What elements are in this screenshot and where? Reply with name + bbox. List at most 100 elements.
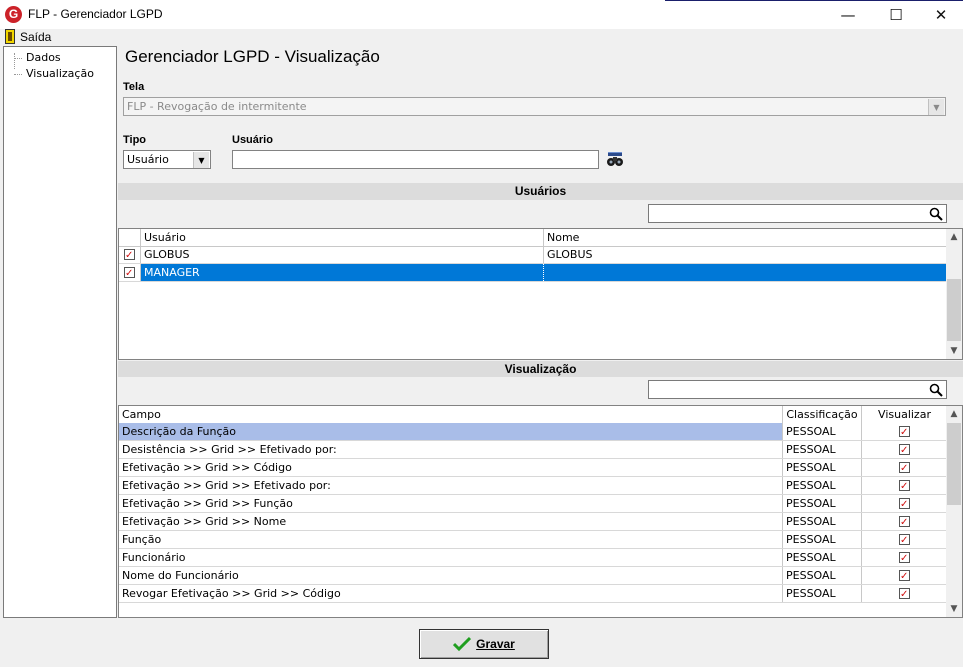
cell-campo: Efetivação >> Grid >> Função xyxy=(119,495,783,512)
save-button-label: Gravar xyxy=(476,637,515,651)
table-row[interactable]: Desistência >> Grid >> Efetivado por: PE… xyxy=(119,441,947,459)
scroll-up-icon[interactable]: ▲ xyxy=(946,406,962,422)
table-row[interactable]: GLOBUS GLOBUS xyxy=(119,246,947,264)
cell-campo: Função xyxy=(119,531,783,548)
visualizacao-scrollbar[interactable]: ▲ ▼ xyxy=(946,406,962,617)
visualizar-checkbox[interactable] xyxy=(899,532,910,548)
cell-campo: Efetivação >> Grid >> Nome xyxy=(119,513,783,530)
tela-label: Tela xyxy=(123,81,145,93)
exit-door-icon[interactable] xyxy=(5,29,15,44)
cell-visualizar[interactable] xyxy=(862,423,947,440)
cell-classificacao: PESSOAL xyxy=(783,441,862,458)
cell-classificacao: PESSOAL xyxy=(783,423,862,440)
column-header-campo[interactable]: Campo xyxy=(119,406,783,423)
tree-connector xyxy=(14,58,22,59)
usuarios-search-input[interactable] xyxy=(648,204,947,223)
scroll-down-icon[interactable]: ▼ xyxy=(946,601,962,617)
usuario-input[interactable] xyxy=(232,150,599,169)
table-row[interactable]: Revogar Efetivação >> Grid >> Código PES… xyxy=(119,585,947,603)
tree-item-dados[interactable]: Dados xyxy=(26,51,61,64)
table-row-selected[interactable]: MANAGER xyxy=(119,264,947,282)
visualizar-checkbox[interactable] xyxy=(899,460,910,476)
table-row-highlighted[interactable]: Descrição da Função PESSOAL xyxy=(119,423,947,441)
maximize-button[interactable]: ☐ xyxy=(873,0,919,29)
row-checkbox-cell[interactable] xyxy=(119,246,141,263)
cell-nome xyxy=(544,264,947,281)
usuario-label: Usuário xyxy=(232,134,273,146)
scrollbar-thumb[interactable] xyxy=(947,423,961,505)
row-checkbox[interactable] xyxy=(124,247,135,263)
table-row[interactable]: Nome do Funcionário PESSOAL xyxy=(119,567,947,585)
visualizar-checkbox[interactable] xyxy=(899,586,910,602)
table-row[interactable]: Efetivação >> Grid >> Efetivado por: PES… xyxy=(119,477,947,495)
table-row[interactable]: Função PESSOAL xyxy=(119,531,947,549)
row-checkbox-cell[interactable] xyxy=(119,264,141,281)
save-button[interactable]: Gravar xyxy=(419,629,549,659)
tree-item-visualizacao[interactable]: Visualização xyxy=(26,67,94,80)
cell-visualizar[interactable] xyxy=(862,477,947,494)
cell-visualizar[interactable] xyxy=(862,513,947,530)
table-row[interactable]: Efetivação >> Grid >> Função PESSOAL xyxy=(119,495,947,513)
minimize-button[interactable]: — xyxy=(825,0,871,29)
column-header-visualizar[interactable]: Visualizar xyxy=(862,406,947,423)
visualizacao-section-header: Visualização xyxy=(118,361,963,377)
search-icon[interactable] xyxy=(929,207,943,221)
tree-connector xyxy=(14,53,15,69)
tela-select[interactable]: FLP - Revogação de intermitente ▼ xyxy=(123,97,946,116)
binoculars-icon[interactable] xyxy=(606,151,624,167)
visualizar-checkbox[interactable] xyxy=(899,568,910,584)
visualizar-checkbox[interactable] xyxy=(899,442,910,458)
cell-visualizar[interactable] xyxy=(862,567,947,584)
cell-campo: Efetivação >> Grid >> Código xyxy=(119,459,783,476)
cell-nome: GLOBUS xyxy=(547,248,593,261)
navigation-tree: Dados Visualização xyxy=(3,46,117,618)
cell-campo: Efetivação >> Grid >> Efetivado por: xyxy=(119,477,783,494)
cell-campo: Descrição da Função xyxy=(119,423,783,440)
column-header-usuario[interactable]: Usuário xyxy=(141,229,544,246)
menu-item-exit[interactable]: Saída xyxy=(20,30,51,44)
row-checkbox[interactable] xyxy=(124,265,135,281)
column-header-classificacao[interactable]: Classificação xyxy=(783,406,862,423)
chevron-down-icon[interactable]: ▼ xyxy=(928,99,944,115)
tipo-label: Tipo xyxy=(123,134,147,146)
scrollbar-thumb[interactable] xyxy=(947,279,961,341)
visualizacao-grid-header: Campo Classificação Visualizar xyxy=(119,406,947,424)
search-icon[interactable] xyxy=(929,383,943,397)
table-row[interactable]: Funcionário PESSOAL xyxy=(119,549,947,567)
scroll-up-icon[interactable]: ▲ xyxy=(946,229,962,245)
cell-visualizar[interactable] xyxy=(862,441,947,458)
visualizar-checkbox[interactable] xyxy=(899,550,910,566)
cell-visualizar[interactable] xyxy=(862,531,947,548)
table-row[interactable]: Efetivação >> Grid >> Nome PESSOAL xyxy=(119,513,947,531)
tipo-select[interactable]: Usuário ▼ xyxy=(123,150,211,169)
cell-classificacao: PESSOAL xyxy=(783,459,862,476)
visualizacao-search-input[interactable] xyxy=(648,380,947,399)
cell-classificacao: PESSOAL xyxy=(783,531,862,548)
scroll-down-icon[interactable]: ▼ xyxy=(946,343,962,359)
close-button[interactable]: ✕ xyxy=(918,0,963,29)
usuarios-section-header: Usuários xyxy=(118,183,963,200)
visualizar-checkbox[interactable] xyxy=(899,424,910,440)
visualizar-checkbox[interactable] xyxy=(899,496,910,512)
cell-classificacao: PESSOAL xyxy=(783,567,862,584)
usuarios-scrollbar[interactable]: ▲ ▼ xyxy=(946,229,962,359)
visualizar-checkbox[interactable] xyxy=(899,514,910,530)
cell-classificacao: PESSOAL xyxy=(783,477,862,494)
cell-visualizar[interactable] xyxy=(862,585,947,602)
cell-campo: Nome do Funcionário xyxy=(119,567,783,584)
window-title: FLP - Gerenciador LGPD xyxy=(28,7,163,21)
page-title: Gerenciador LGPD - Visualização xyxy=(125,47,380,66)
tela-select-value: FLP - Revogação de intermitente xyxy=(127,100,307,113)
visualizar-checkbox[interactable] xyxy=(899,478,910,494)
cell-visualizar[interactable] xyxy=(862,495,947,512)
column-header-nome[interactable]: Nome xyxy=(544,229,947,246)
cell-visualizar[interactable] xyxy=(862,459,947,476)
app-logo-icon: G xyxy=(5,6,22,23)
tree-connector xyxy=(14,74,22,75)
table-row[interactable]: Efetivação >> Grid >> Código PESSOAL xyxy=(119,459,947,477)
cell-classificacao: PESSOAL xyxy=(783,585,862,602)
chevron-down-icon[interactable]: ▼ xyxy=(193,152,209,168)
usuarios-grid: Usuário Nome GLOBUS GLOBUS MANAGER ▲ ▼ xyxy=(118,228,963,360)
cell-visualizar[interactable] xyxy=(862,549,947,566)
cell-campo: Revogar Efetivação >> Grid >> Código xyxy=(119,585,783,602)
